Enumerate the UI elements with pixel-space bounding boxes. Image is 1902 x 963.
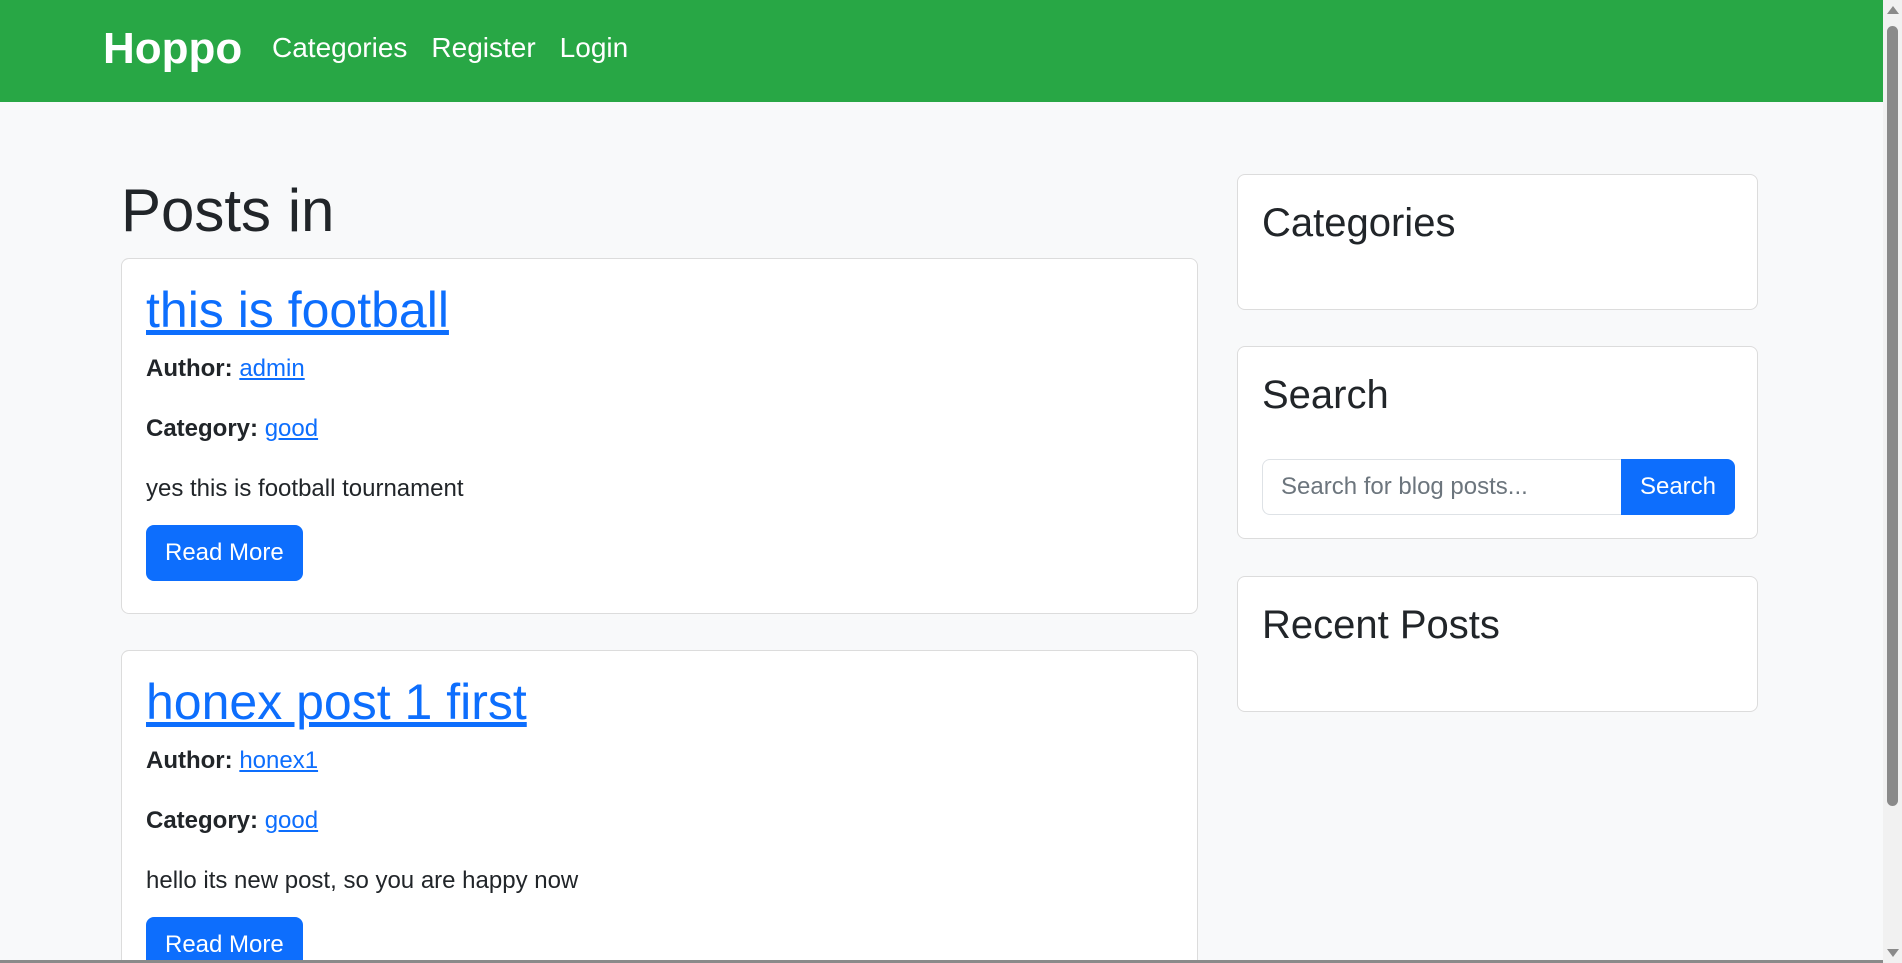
categories-widget: Categories	[1237, 174, 1758, 310]
recent-posts-widget: Recent Posts	[1237, 576, 1758, 712]
category-link[interactable]: good	[265, 415, 318, 442]
post-card: this is football Author: admin Category:…	[121, 258, 1198, 614]
post-card: honex post 1 first Author: honex1 Catego…	[121, 650, 1198, 963]
top-navbar: Hoppo Categories Register Login	[0, 0, 1883, 102]
search-form: Search	[1262, 459, 1735, 515]
category-label: Category:	[146, 807, 259, 834]
post-excerpt: hello its new post, so you are happy now	[146, 867, 579, 894]
page: Hoppo Categories Register Login Posts in…	[0, 0, 1902, 963]
post-title-link[interactable]: this is football	[146, 281, 449, 339]
post-title-link[interactable]: honex post 1 first	[146, 673, 527, 731]
read-more-button[interactable]: Read More	[146, 525, 303, 581]
brand-logo[interactable]: Hoppo	[103, 23, 242, 75]
page-title: Posts in	[121, 177, 335, 244]
search-widget-title: Search	[1262, 373, 1389, 417]
search-input[interactable]	[1262, 459, 1621, 515]
scroll-down-arrow-icon[interactable]	[1887, 949, 1899, 957]
search-button[interactable]: Search	[1621, 459, 1735, 515]
scroll-thumb[interactable]	[1887, 26, 1898, 806]
nav-links: Categories Register Login	[272, 30, 628, 66]
category-label: Category:	[146, 415, 259, 442]
author-link[interactable]: honex1	[239, 747, 318, 774]
post-author: Author: admin	[146, 353, 1173, 385]
post-category: Category: good	[146, 413, 1173, 445]
author-link[interactable]: admin	[239, 355, 304, 382]
post-category: Category: good	[146, 805, 1173, 837]
nav-link-register[interactable]: Register	[431, 30, 535, 66]
read-more-button[interactable]: Read More	[146, 917, 303, 963]
author-label: Author:	[146, 747, 233, 774]
nav-link-categories[interactable]: Categories	[272, 30, 407, 66]
author-label: Author:	[146, 355, 233, 382]
recent-posts-widget-title: Recent Posts	[1262, 603, 1500, 647]
scroll-up-arrow-icon[interactable]	[1887, 6, 1899, 14]
categories-widget-title: Categories	[1262, 201, 1456, 245]
category-link[interactable]: good	[265, 807, 318, 834]
vertical-scrollbar[interactable]	[1883, 0, 1902, 963]
nav-link-login[interactable]: Login	[560, 30, 629, 66]
search-widget: Search Search	[1237, 346, 1758, 539]
post-author: Author: honex1	[146, 745, 1173, 777]
post-excerpt: yes this is football tournament	[146, 475, 464, 502]
